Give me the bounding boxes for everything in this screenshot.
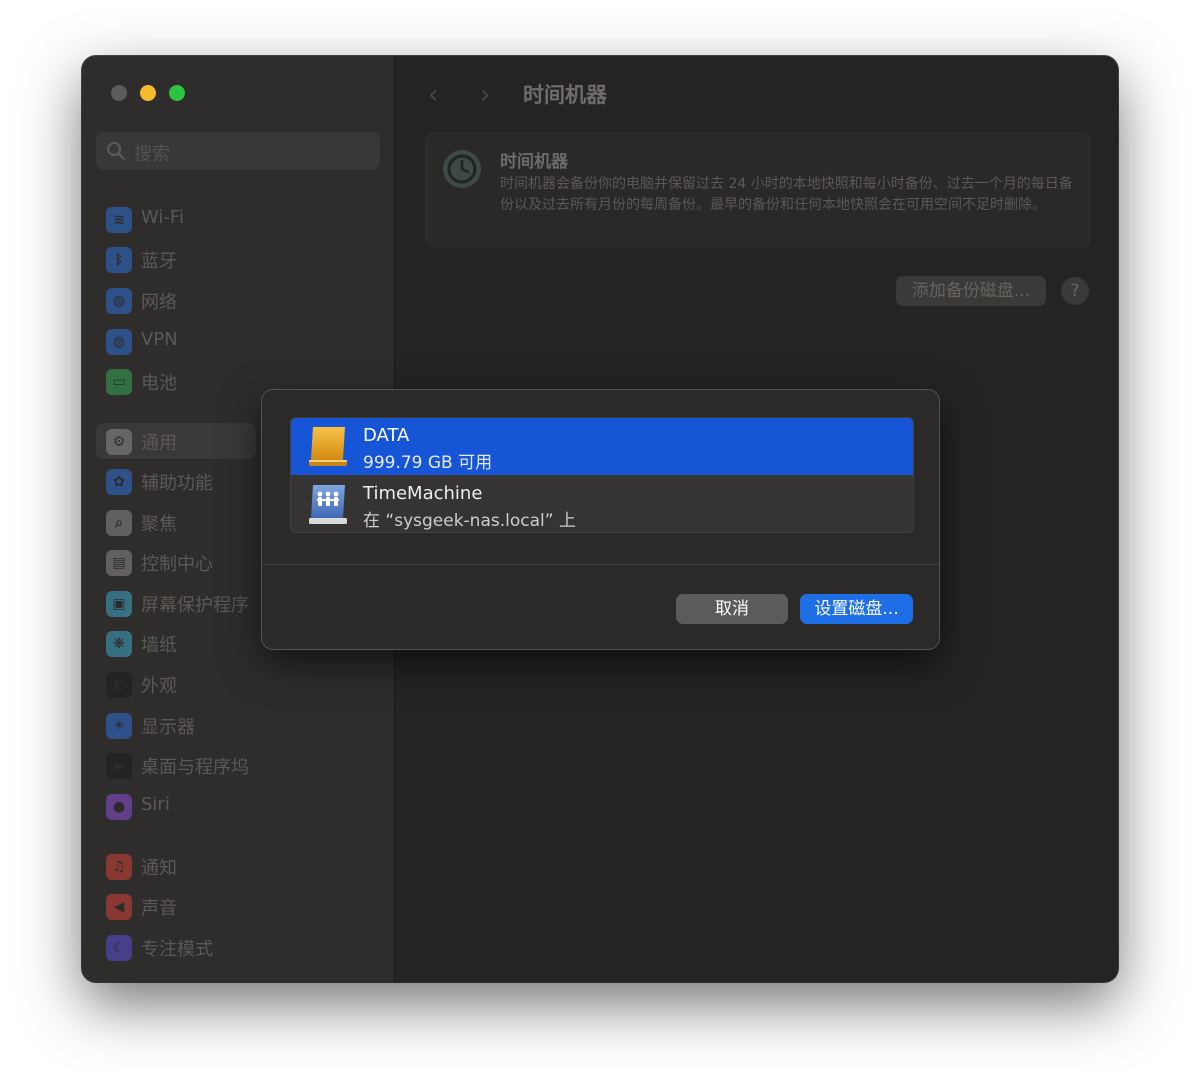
- network-drive-icon: [309, 485, 347, 524]
- search-icon: [107, 142, 125, 160]
- search-placeholder: 搜索: [134, 144, 170, 165]
- page-title: 时间机器: [523, 83, 607, 107]
- screensaver-icon: ▣: [106, 591, 132, 617]
- add-backup-disk-button[interactable]: 添加备份磁盘...: [896, 276, 1046, 306]
- sidebar-item-label: Wi-Fi: [141, 207, 184, 228]
- sidebar-item-label: 蓝牙: [141, 251, 177, 272]
- appearance-icon: ◐: [106, 672, 132, 698]
- sidebar-item-label: 桌面与程序坞: [141, 757, 249, 778]
- sidebar-item[interactable]: ᛒ 蓝牙: [96, 241, 380, 277]
- minimize-window-button[interactable]: [140, 85, 156, 101]
- sidebar-item[interactable]: ≋ Wi-Fi: [96, 201, 380, 237]
- dialog-divider: [262, 564, 939, 565]
- select-disk-dialog: DATA 999.79 GB 可用 TimeMachine 在 “sysgeek…: [261, 389, 940, 650]
- sidebar-item-label: 墙纸: [141, 635, 177, 656]
- gear-icon: ⚙: [106, 429, 132, 455]
- sidebar-item-label: 专注模式: [141, 939, 213, 960]
- chevron-left-icon[interactable]: ‹: [428, 80, 438, 110]
- display-brightness-icon: ☀: [106, 713, 132, 739]
- close-window-button[interactable]: [111, 85, 127, 101]
- sidebar-item[interactable]: ⚙ 通用: [96, 423, 256, 459]
- disk-row-timemachine[interactable]: TimeMachine 在 “sysgeek-nas.local” 上: [291, 476, 913, 532]
- battery-icon: ▭: [106, 369, 132, 395]
- sidebar-item[interactable]: ◐ 外观: [96, 666, 380, 702]
- chevron-right-icon[interactable]: ›: [480, 80, 490, 110]
- control-center-icon: ▤: [106, 550, 132, 576]
- sidebar-item-label: 网络: [141, 292, 177, 313]
- sidebar-item-label: 电池: [141, 373, 177, 394]
- sidebar-item-label: 聚焦: [141, 514, 177, 535]
- bell-icon: ♫: [106, 854, 132, 880]
- disk-name: DATA: [363, 425, 410, 446]
- sidebar-item[interactable]: ◀ 声音: [96, 888, 380, 924]
- moon-icon: ☾: [106, 935, 132, 961]
- search-field[interactable]: 搜索: [96, 132, 380, 170]
- dock-icon: ▬: [106, 753, 132, 779]
- sidebar-item-label: 通知: [141, 858, 177, 879]
- wifi-icon: ≋: [106, 207, 132, 233]
- bluetooth-icon: ᛒ: [106, 247, 132, 273]
- sidebar-item[interactable]: ◍ VPN: [96, 323, 380, 359]
- disk-detail: 999.79 GB 可用: [363, 453, 493, 473]
- cancel-button[interactable]: 取消: [676, 594, 788, 624]
- vpn-globe-icon: ◍: [106, 329, 132, 355]
- sidebar-item-label: 声音: [141, 898, 177, 919]
- disk-name: TimeMachine: [363, 483, 483, 504]
- sidebar-item[interactable]: ♫ 通知: [96, 848, 380, 884]
- sidebar-item[interactable]: ☾ 专注模式: [96, 929, 380, 965]
- globe-icon: ◍: [106, 288, 132, 314]
- sidebar-item[interactable]: ◍ 网络: [96, 282, 380, 318]
- disk-row-data[interactable]: DATA 999.79 GB 可用: [291, 418, 913, 475]
- maximize-window-button[interactable]: [169, 85, 185, 101]
- help-button[interactable]: ?: [1061, 277, 1089, 305]
- sidebar-item-label: VPN: [141, 329, 178, 350]
- siri-icon: ●: [106, 794, 132, 820]
- sidebar-item-label: 屏幕保护程序: [141, 595, 249, 616]
- time-machine-icon: [443, 150, 481, 188]
- info-description: 时间机器会备份你的电脑并保留过去 24 小时的本地快照和每小时备份、过去一个月的…: [500, 176, 1073, 213]
- sidebar-item-label: 外观: [141, 676, 177, 697]
- sidebar-item-label: 控制中心: [141, 554, 213, 575]
- wallpaper-icon: ❋: [106, 631, 132, 657]
- sidebar-item-label: 辅助功能: [141, 473, 213, 494]
- sidebar-item-label: 显示器: [141, 717, 195, 738]
- sidebar-item[interactable]: ● Siri: [96, 788, 380, 824]
- speaker-icon: ◀: [106, 894, 132, 920]
- disk-list: DATA 999.79 GB 可用 TimeMachine 在 “sysgeek…: [290, 417, 914, 533]
- info-title: 时间机器: [500, 152, 568, 172]
- time-machine-info-card: 时间机器 时间机器会备份你的电脑并保留过去 24 小时的本地快照和每小时备份、过…: [425, 132, 1091, 248]
- sidebar-item[interactable]: ☀ 显示器: [96, 707, 380, 743]
- magnifier-icon: ⌕: [106, 510, 132, 536]
- external-drive-icon: [309, 427, 347, 466]
- setup-disk-button[interactable]: 设置磁盘...: [800, 594, 913, 624]
- accessibility-icon: ✿: [106, 469, 132, 495]
- sidebar-item-label: Siri: [141, 794, 170, 815]
- sidebar-item-label: 通用: [141, 433, 177, 454]
- disk-detail: 在 “sysgeek-nas.local” 上: [363, 511, 576, 531]
- sidebar-item[interactable]: ▬ 桌面与程序坞: [96, 747, 380, 783]
